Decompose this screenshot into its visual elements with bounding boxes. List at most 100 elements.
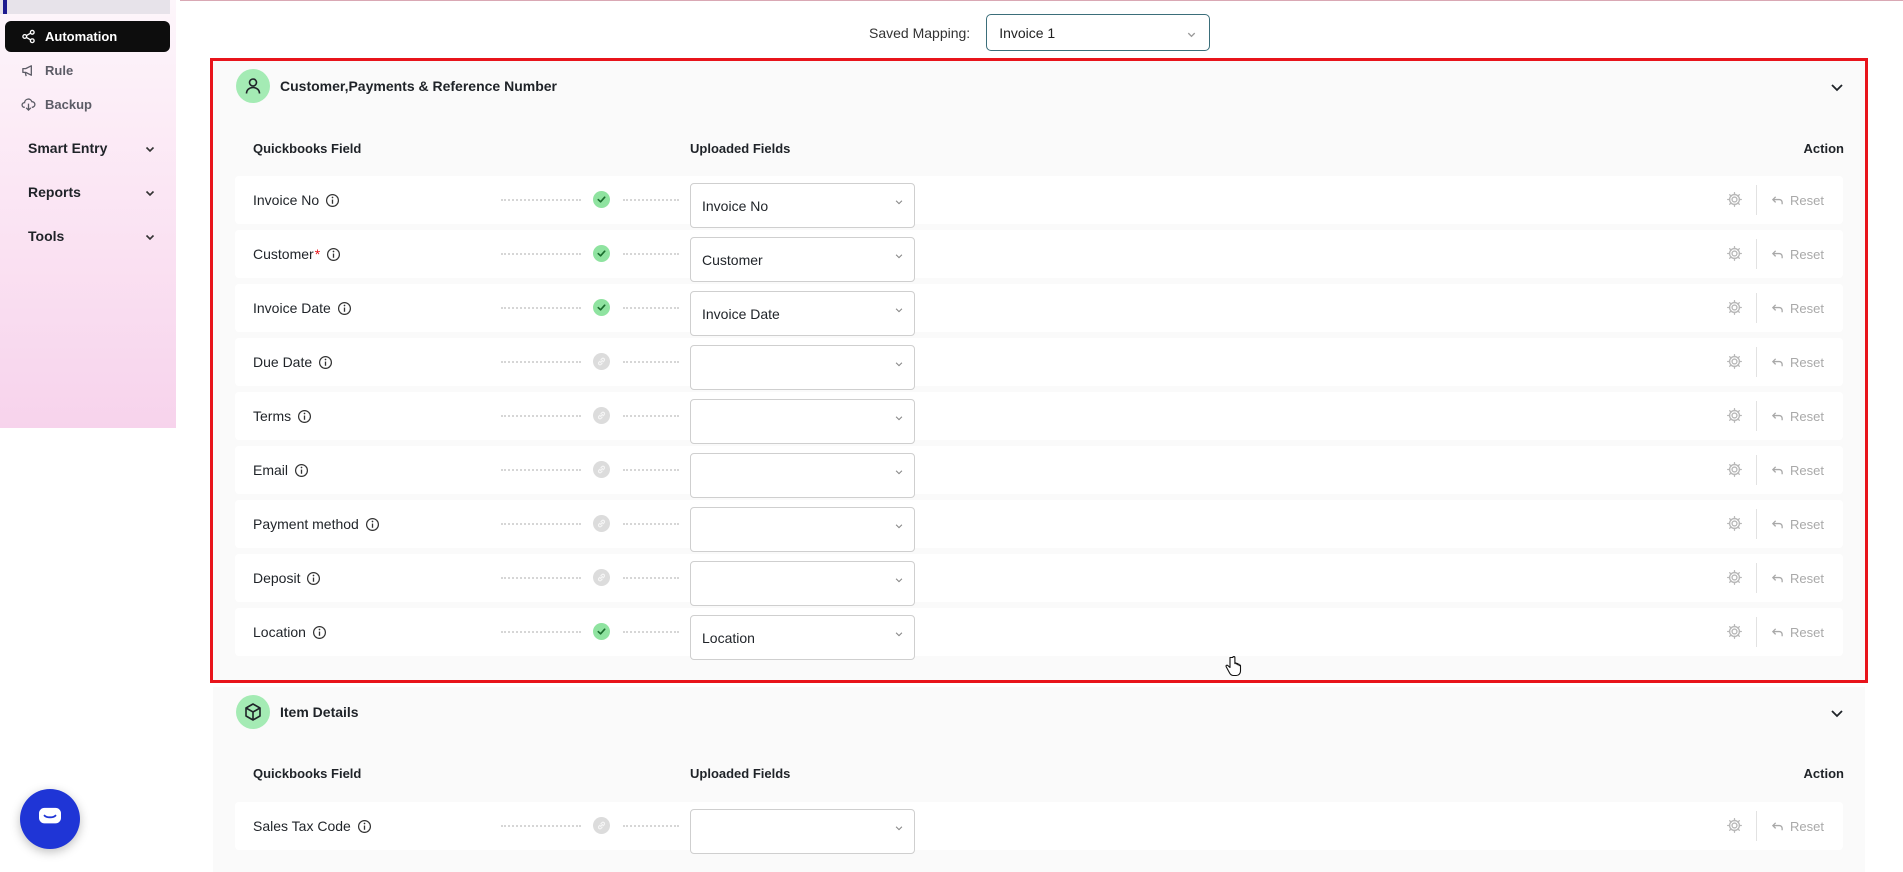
quickbooks-field-name: Location [253, 608, 327, 656]
uploaded-field-select[interactable]: Invoice No [690, 183, 915, 228]
info-icon[interactable] [312, 625, 327, 640]
user-icon [236, 69, 270, 103]
reset-button[interactable]: Reset [1771, 176, 1824, 224]
sidebar-group-tools[interactable]: Tools [28, 228, 156, 244]
reset-label: Reset [1790, 246, 1824, 262]
connector-dots [623, 631, 679, 633]
connector-dots [501, 825, 581, 827]
reset-button[interactable]: Reset [1771, 554, 1824, 602]
column-header-action: Action [1803, 141, 1844, 156]
sidebar-item-automation[interactable]: Automation [5, 21, 170, 52]
action-divider [1756, 347, 1757, 377]
reset-button[interactable]: Reset [1771, 446, 1824, 494]
field-label: Terms [253, 408, 292, 424]
uploaded-field-select[interactable] [690, 561, 915, 606]
field-label: Invoice No [253, 192, 320, 208]
cloud-download-icon [21, 97, 36, 112]
sidebar-item-rule[interactable]: Rule [5, 55, 170, 86]
info-icon[interactable] [326, 247, 341, 262]
uploaded-field-select[interactable] [690, 809, 915, 854]
info-icon[interactable] [294, 463, 309, 478]
uploaded-field-select[interactable] [690, 345, 915, 390]
info-icon[interactable] [325, 193, 340, 208]
connector-dots [501, 523, 581, 525]
table-row: Customer * Customer Reset [235, 230, 1843, 282]
box-icon [236, 695, 270, 729]
chevron-down-icon[interactable] [1829, 705, 1845, 721]
uploaded-field-value: Customer [702, 251, 763, 268]
section-header[interactable]: Customer,Payments & Reference Number [213, 61, 1865, 111]
connector-dots [623, 361, 679, 363]
chevron-down-icon [894, 302, 904, 313]
reset-button[interactable]: Reset [1771, 500, 1824, 548]
info-icon[interactable] [357, 819, 372, 834]
check-icon [593, 191, 610, 208]
connector-dots [501, 469, 581, 471]
sidebar-item-backup[interactable]: Backup [5, 89, 170, 120]
gear-icon[interactable] [1726, 353, 1743, 370]
undo-icon [1771, 626, 1784, 639]
undo-icon [1771, 248, 1784, 261]
gear-icon[interactable] [1726, 817, 1743, 834]
reset-button[interactable]: Reset [1771, 230, 1824, 278]
connector-dots [501, 199, 581, 201]
hand-cursor-icon [1223, 654, 1243, 678]
info-icon[interactable] [337, 301, 352, 316]
gear-icon[interactable] [1726, 623, 1743, 640]
action-divider [1756, 563, 1757, 593]
uploaded-field-select[interactable] [690, 507, 915, 552]
field-label: Sales Tax Code [253, 818, 351, 834]
field-label: Location [253, 624, 306, 640]
reset-button[interactable]: Reset [1771, 284, 1824, 332]
table-row: Email Reset [235, 446, 1843, 498]
field-label: Customer [253, 246, 314, 262]
reset-button[interactable]: Reset [1771, 802, 1824, 850]
connector-dots [501, 631, 581, 633]
section-header[interactable]: Item Details [213, 687, 1865, 737]
gear-icon[interactable] [1726, 299, 1743, 316]
gear-icon[interactable] [1726, 515, 1743, 532]
undo-icon [1771, 194, 1784, 207]
field-label: Payment method [253, 516, 359, 532]
chat-launcher-button[interactable] [20, 789, 80, 849]
quickbooks-field-name: Invoice Date [253, 284, 352, 332]
uploaded-field-select[interactable]: Location [690, 615, 915, 660]
sidebar-group-reports[interactable]: Reports [28, 184, 156, 200]
column-header-uploaded-fields: Uploaded Fields [690, 141, 791, 156]
info-icon[interactable] [306, 571, 321, 586]
info-icon[interactable] [318, 355, 333, 370]
link-icon [593, 515, 610, 532]
reset-button[interactable]: Reset [1771, 338, 1824, 386]
connector-dots [623, 307, 679, 309]
reset-label: Reset [1790, 818, 1824, 834]
connector-dots [623, 577, 679, 579]
quickbooks-field-name: Deposit [253, 554, 321, 602]
chevron-down-icon[interactable] [1829, 79, 1845, 95]
uploaded-field-select[interactable] [690, 453, 915, 498]
field-label: Email [253, 462, 289, 478]
column-header-action: Action [1803, 766, 1844, 781]
gear-icon[interactable] [1726, 461, 1743, 478]
gear-icon[interactable] [1726, 245, 1743, 262]
link-icon [593, 817, 610, 834]
reset-button[interactable]: Reset [1771, 608, 1824, 656]
link-icon [593, 407, 610, 424]
sidebar-group-label: Smart Entry [28, 140, 108, 156]
quickbooks-field-name: Sales Tax Code [253, 802, 372, 850]
saved-mapping-select[interactable]: Invoice 1 [986, 14, 1211, 51]
info-icon[interactable] [297, 409, 312, 424]
uploaded-field-select[interactable] [690, 399, 915, 444]
sidebar-group-smart-entry[interactable]: Smart Entry [28, 140, 156, 156]
gear-icon[interactable] [1726, 191, 1743, 208]
info-icon[interactable] [365, 517, 380, 532]
link-icon [593, 569, 610, 586]
uploaded-field-select[interactable]: Customer [690, 237, 915, 282]
chevron-down-icon [1186, 27, 1197, 38]
section-title: Customer,Payments & Reference Number [280, 78, 557, 94]
gear-icon[interactable] [1726, 569, 1743, 586]
reset-button[interactable]: Reset [1771, 392, 1824, 440]
uploaded-field-select[interactable]: Invoice Date [690, 291, 915, 336]
gear-icon[interactable] [1726, 407, 1743, 424]
sidebar: Automation Rule Backup Smart Entry Repor… [0, 0, 176, 428]
quickbooks-field-name: Due Date [253, 338, 333, 386]
